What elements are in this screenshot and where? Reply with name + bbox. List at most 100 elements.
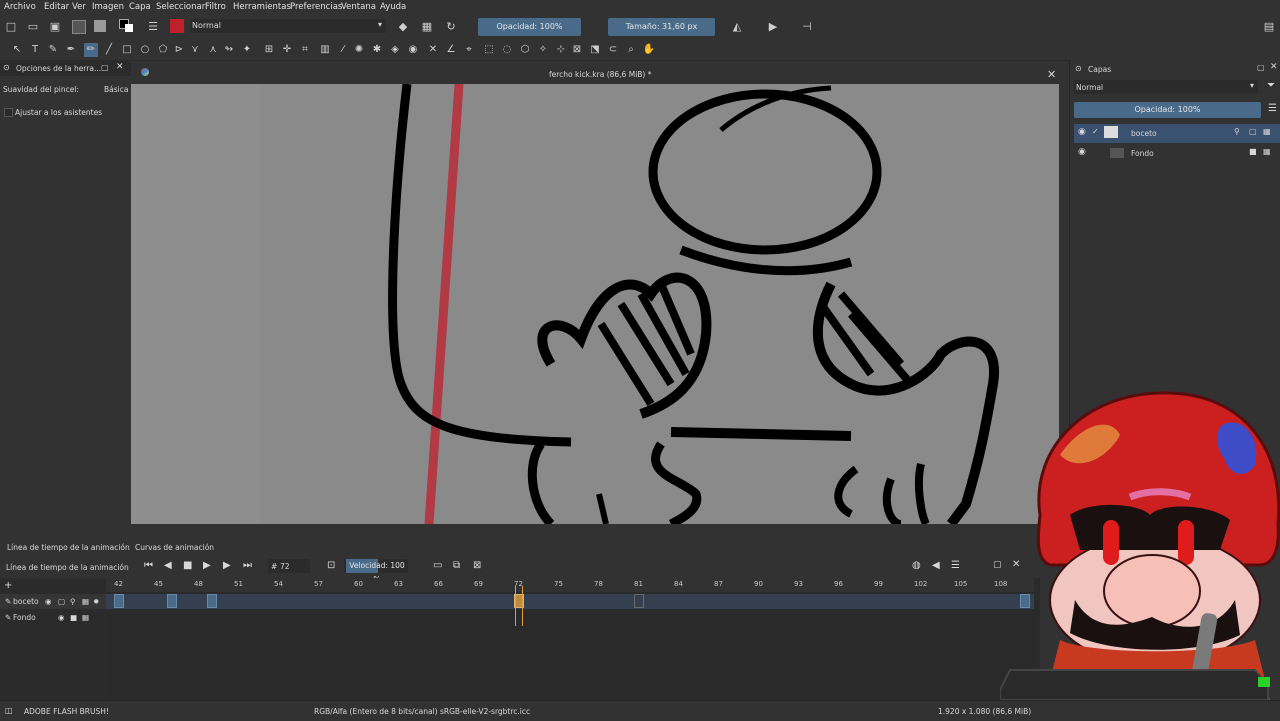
float-icon[interactable]: ▢ <box>101 63 109 72</box>
save-icon[interactable]: ▣ <box>48 20 62 34</box>
menu-capa[interactable]: Capa <box>129 2 151 12</box>
smoothing-select[interactable]: Básica <box>104 85 128 94</box>
keyframe[interactable] <box>114 594 124 608</box>
menu-ayuda[interactable]: Ayuda <box>380 2 406 12</box>
menu-filtro[interactable]: Filtro <box>205 2 226 12</box>
size-slider[interactable]: Tamaño: 31,60 px <box>608 18 715 36</box>
bezier-tool-icon[interactable]: ⋎ <box>188 43 202 57</box>
float-icon[interactable]: ▢ <box>1257 63 1265 72</box>
mirror-horizontal-icon[interactable]: ◭ <box>730 20 744 34</box>
freehand-select-icon[interactable]: ✧ <box>536 43 550 57</box>
menu-icon[interactable]: ☰ <box>1268 103 1277 114</box>
tab-timeline[interactable]: Línea de tiempo de la animación <box>7 543 130 552</box>
measure-tool-icon[interactable]: ∠ <box>444 43 458 57</box>
alpha-icon[interactable]: ⚲ <box>70 597 76 606</box>
line-tool-icon[interactable]: ╱ <box>102 43 116 57</box>
crop-icon[interactable]: ⌗ <box>298 43 312 57</box>
background-color-icon[interactable] <box>125 24 133 32</box>
layer-opacity-slider[interactable]: Opacidad: 100% <box>1074 102 1261 118</box>
enclose-fill-icon[interactable]: ◉ <box>406 43 420 57</box>
freehand-brush-icon[interactable]: ✏ <box>84 43 98 57</box>
ellipse-select-icon[interactable]: ◌ <box>500 43 514 57</box>
lock-icon[interactable]: ▢ <box>58 597 65 606</box>
add-frame-icon[interactable]: ▭ <box>433 560 442 571</box>
panel-layout-icon[interactable]: ▤ <box>1262 20 1276 34</box>
assistants-checkbox[interactable] <box>4 108 13 117</box>
lock-icon[interactable]: ⊙ <box>1075 64 1082 73</box>
keyframe[interactable] <box>167 594 177 608</box>
gradient-icon[interactable] <box>94 20 106 32</box>
polygon-tool-icon[interactable]: ⬠ <box>156 43 170 57</box>
transform-icon[interactable]: ⊞ <box>262 43 276 57</box>
select-tool-icon[interactable]: ↖ <box>10 43 24 57</box>
text-tool-icon[interactable]: T <box>28 43 42 57</box>
first-frame-icon[interactable]: ⏮ <box>144 560 153 571</box>
layer-row-fondo[interactable]: ◉ Fondo ■ ▦ <box>1074 144 1280 163</box>
empty-frame[interactable] <box>634 594 644 608</box>
colorize-mask-icon[interactable]: ✺ <box>352 43 366 57</box>
menu-ver[interactable]: Ver <box>72 2 86 12</box>
rectangle-tool-icon[interactable]: □ <box>120 43 134 57</box>
fill-tool-icon[interactable]: ◈ <box>388 43 402 57</box>
menu-ventana[interactable]: Ventana <box>341 2 376 12</box>
similar-select-icon[interactable]: ⊠ <box>570 43 584 57</box>
rect-select-icon[interactable]: ⬚ <box>482 43 496 57</box>
menu-preferencias[interactable]: Preferencias <box>290 2 342 12</box>
zoom-icon[interactable]: ⌕ <box>624 43 638 57</box>
dynamic-brush-icon[interactable]: ↬ <box>222 43 236 57</box>
menu-archivo[interactable]: Archivo <box>4 2 36 12</box>
alpha-icon[interactable]: ⚲ <box>1234 127 1240 136</box>
eye-icon[interactable]: ◉ <box>45 597 52 606</box>
check-icon[interactable]: ✓ <box>1092 127 1099 136</box>
eye-icon[interactable]: ◉ <box>1078 127 1086 137</box>
bezier-select-icon[interactable]: ⬔ <box>588 43 602 57</box>
lock-icon[interactable]: ■ <box>70 613 77 622</box>
last-frame-icon[interactable]: ⏭ <box>243 560 252 571</box>
audio-icon[interactable]: ◀ <box>932 560 940 571</box>
keyframe[interactable] <box>207 594 217 608</box>
loop-icon[interactable]: ⊡ <box>327 560 335 571</box>
new-file-icon[interactable]: □ <box>4 20 18 34</box>
move-icon[interactable]: ✛ <box>280 43 294 57</box>
close-icon[interactable]: ✕ <box>116 62 124 72</box>
playhead[interactable] <box>515 586 523 626</box>
edit-shapes-icon[interactable]: ✎ <box>46 43 60 57</box>
alpha-lock-icon[interactable]: ▦ <box>420 20 434 34</box>
opacity-slider[interactable]: Opacidad: 100% <box>478 18 581 36</box>
layer-row-boceto[interactable]: ◉ ✓ boceto ⚲ ▢ ▦ <box>1074 124 1280 143</box>
eye-icon[interactable]: ◉ <box>1078 147 1086 157</box>
onion-icon[interactable]: ▦ <box>82 597 89 606</box>
filter-icon[interactable]: ⏷ <box>1267 80 1275 91</box>
color-picker-icon[interactable]: ⁄ <box>336 43 350 57</box>
wrap-icon[interactable]: ⊣ <box>800 20 814 34</box>
canvas[interactable] <box>131 84 1059 524</box>
menu-herramientas[interactable]: Herramientas <box>233 2 291 12</box>
close-document-icon[interactable]: ✕ <box>1047 68 1056 81</box>
lock-layer-icon[interactable]: ■ <box>1249 147 1257 156</box>
tab-curves[interactable]: Curvas de animación <box>135 543 214 552</box>
timeline-layer-fondo[interactable]: ✎ Fondo ◉ ■ ▦ <box>0 610 106 625</box>
lock-icon[interactable]: ⊙ <box>3 63 10 72</box>
frame-input[interactable]: # 72 <box>268 559 310 573</box>
plus-icon[interactable]: + <box>4 580 12 591</box>
blend-mode-select[interactable]: Normal ▾ <box>190 19 386 33</box>
settings-icon[interactable]: ☰ <box>146 20 160 34</box>
duplicate-frame-icon[interactable]: ⧉ <box>453 560 460 571</box>
eye-icon[interactable]: ◉ <box>58 613 65 622</box>
pattern-icon[interactable] <box>72 20 86 34</box>
inherit-alpha-icon[interactable]: ▦ <box>1263 147 1271 156</box>
sun-icon[interactable]: ✹ <box>93 597 99 606</box>
play-icon[interactable]: ▶ <box>203 560 211 571</box>
mirror-vertical-icon[interactable]: ▶ <box>766 20 780 34</box>
brush-icon[interactable]: ◫ <box>5 706 13 715</box>
multibrush-icon[interactable]: ✦ <box>240 43 254 57</box>
polygon-select-icon[interactable]: ⬡ <box>518 43 532 57</box>
stop-icon[interactable]: ■ <box>183 560 192 571</box>
eraser-icon[interactable]: ◆ <box>396 20 410 34</box>
open-folder-icon[interactable]: ▭ <box>26 20 40 34</box>
timeline-frames[interactable] <box>106 578 1034 700</box>
freehand-path-icon[interactable]: ⋏ <box>206 43 220 57</box>
assistant-tool-icon[interactable]: ✕ <box>426 43 440 57</box>
speed-input[interactable]: Velocidad: 100 % <box>344 559 408 584</box>
inherit-alpha-icon[interactable]: ▦ <box>1263 127 1271 136</box>
